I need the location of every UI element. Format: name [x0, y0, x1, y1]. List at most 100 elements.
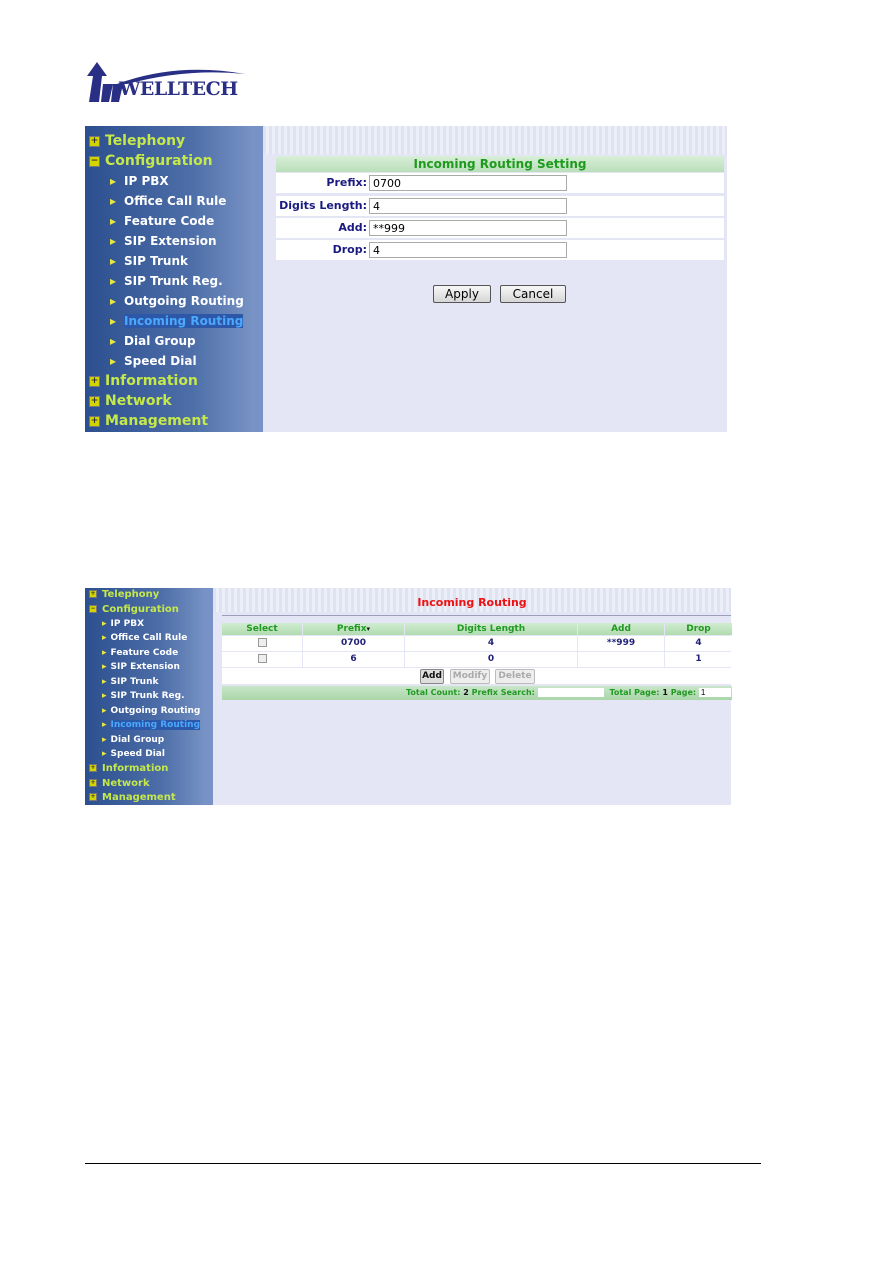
cell-drop: 1: [665, 652, 732, 667]
arrow-icon: ▸: [102, 720, 107, 730]
menu-information[interactable]: + Information: [89, 763, 168, 774]
cell-prefix: 0700: [303, 636, 404, 651]
menu-speed-dial[interactable]: ▸ Speed Dial: [102, 749, 165, 759]
expand-icon: +: [89, 590, 97, 598]
menu-ip-pbx[interactable]: ▸ IP PBX: [110, 174, 169, 188]
menu-office-call-rule[interactable]: ▸ Office Call Rule: [102, 633, 187, 643]
row-checkbox[interactable]: [257, 654, 267, 663]
menu-sip-extension[interactable]: ▸ SIP Extension: [102, 662, 180, 672]
col-digits-length: Digits Length: [405, 623, 577, 635]
page-input[interactable]: [698, 688, 731, 697]
menu-ip-pbx[interactable]: ▸ IP PBX: [102, 619, 144, 629]
menu-network[interactable]: + Network: [89, 393, 172, 409]
arrow-icon: ▸: [102, 677, 107, 687]
divider: [222, 615, 731, 616]
expand-icon: +: [89, 779, 97, 787]
expand-icon: +: [89, 395, 100, 407]
digits-length-label: Digits Length:: [279, 199, 367, 212]
menu-configuration[interactable]: − Configuration: [89, 153, 213, 169]
total-page-label: Total Page:: [609, 688, 660, 697]
menu-network[interactable]: + Network: [89, 778, 150, 789]
menu-information[interactable]: + Information: [89, 373, 198, 389]
menu-sip-extension[interactable]: ▸ SIP Extension: [110, 234, 217, 248]
footer-rule: [85, 1163, 761, 1164]
prefix-search-label: Prefix Search:: [471, 688, 535, 697]
cell-add: **999: [578, 636, 664, 651]
col-drop: Drop: [665, 623, 732, 635]
menu-feature-code[interactable]: ▸ Feature Code: [110, 214, 214, 228]
drop-input[interactable]: [369, 242, 567, 258]
page-label: Page:: [670, 688, 697, 697]
expand-icon: +: [89, 793, 97, 801]
add-input[interactable]: [369, 220, 567, 236]
menu-management[interactable]: + Management: [89, 792, 176, 803]
menu-configuration[interactable]: − Configuration: [89, 604, 179, 615]
menu-dial-group[interactable]: ▸ Dial Group: [110, 334, 196, 348]
menu-telephony[interactable]: + Telephony: [89, 133, 185, 149]
cell-digits-length: 4: [405, 636, 577, 651]
arrow-icon: ▸: [102, 662, 107, 672]
sidebar: + Telephony − Configuration ▸ IP PBX ▸ Offic…: [85, 588, 213, 805]
menu-outgoing-routing[interactable]: ▸ Outgoing Routing: [110, 294, 244, 308]
arrow-icon: ▸: [110, 274, 117, 288]
menu-dial-group[interactable]: ▸ Dial Group: [102, 735, 164, 745]
arrow-icon: ▸: [102, 691, 107, 701]
arrow-icon: ▸: [102, 706, 107, 716]
menu-sip-trunk[interactable]: ▸ SIP Trunk: [102, 677, 158, 687]
welltech-logo: WELLTECH: [85, 62, 250, 104]
cell-drop: 4: [665, 636, 732, 651]
apply-button[interactable]: Apply: [433, 285, 491, 303]
arrow-icon: ▸: [110, 174, 117, 188]
prefix-input[interactable]: [369, 175, 567, 191]
prefix-search-input[interactable]: [537, 688, 604, 697]
menu-management[interactable]: + Management: [89, 413, 208, 429]
arrow-icon: ▸: [102, 749, 107, 759]
cancel-button[interactable]: Cancel: [500, 285, 566, 303]
collapse-icon: −: [89, 155, 100, 167]
total-page-value: 1: [662, 688, 668, 697]
screenshot-incoming-routing-list: + Telephony − Configuration ▸ IP PBX ▸ Offic…: [85, 588, 732, 805]
drop-label: Drop:: [332, 243, 367, 256]
prefix-row: Prefix:: [276, 173, 724, 193]
menu-office-call-rule[interactable]: ▸ Office Call Rule: [110, 194, 226, 208]
row-checkbox[interactable]: [257, 638, 267, 647]
menu-sip-trunk-reg[interactable]: ▸ SIP Trunk Reg.: [102, 691, 185, 701]
menu-incoming-routing[interactable]: ▸ Incoming Routing: [102, 720, 201, 730]
col-prefix[interactable]: Prefix▾: [303, 623, 404, 635]
menu-sip-trunk[interactable]: ▸ SIP Trunk: [110, 254, 188, 268]
menu-speed-dial[interactable]: ▸ Speed Dial: [110, 354, 197, 368]
arrow-icon: ▸: [102, 735, 107, 745]
col-select: Select: [222, 623, 302, 635]
sort-icon: ▾: [366, 625, 371, 633]
add-label: Add:: [338, 221, 367, 234]
digits-length-row: Digits Length:: [276, 196, 724, 216]
expand-icon: +: [89, 415, 100, 427]
arrow-icon: ▸: [102, 648, 107, 658]
drop-row: Drop:: [276, 240, 724, 260]
menu-outgoing-routing[interactable]: ▸ Outgoing Routing: [102, 706, 200, 716]
total-count-label: Total Count:: [406, 688, 461, 697]
menu-incoming-routing[interactable]: ▸ Incoming Routing: [110, 314, 244, 328]
routing-table: Select Prefix▾ Digits Length Add Drop 07…: [222, 623, 732, 703]
menu-telephony[interactable]: + Telephony: [89, 589, 159, 600]
arrow-icon: ▸: [102, 633, 107, 643]
button-row: Add Modify Delete: [222, 668, 732, 684]
add-button[interactable]: Add: [420, 669, 444, 684]
expand-icon: +: [89, 375, 100, 387]
menu-sip-trunk-reg[interactable]: ▸ SIP Trunk Reg.: [110, 274, 223, 288]
digits-length-input[interactable]: [369, 198, 567, 214]
arrow-icon: ▸: [110, 194, 117, 208]
delete-button[interactable]: Delete: [495, 669, 535, 684]
cell-digits-length: 0: [405, 652, 577, 667]
expand-icon: +: [89, 764, 97, 772]
screenshot-incoming-routing-setting: + Telephony − Configuration ▸ IP PBX ▸ Offic…: [85, 126, 727, 432]
menu-feature-code[interactable]: ▸ Feature Code: [102, 648, 178, 658]
arrow-icon: ▸: [110, 234, 117, 248]
form-title: Incoming Routing Setting: [276, 156, 724, 172]
modify-button[interactable]: Modify: [450, 669, 490, 684]
logo-text: WELLTECH: [119, 78, 238, 100]
arrow-icon: ▸: [110, 314, 117, 328]
add-row: Add:: [276, 218, 724, 238]
total-count-value: 2: [463, 688, 469, 697]
arrow-icon: ▸: [110, 254, 117, 268]
